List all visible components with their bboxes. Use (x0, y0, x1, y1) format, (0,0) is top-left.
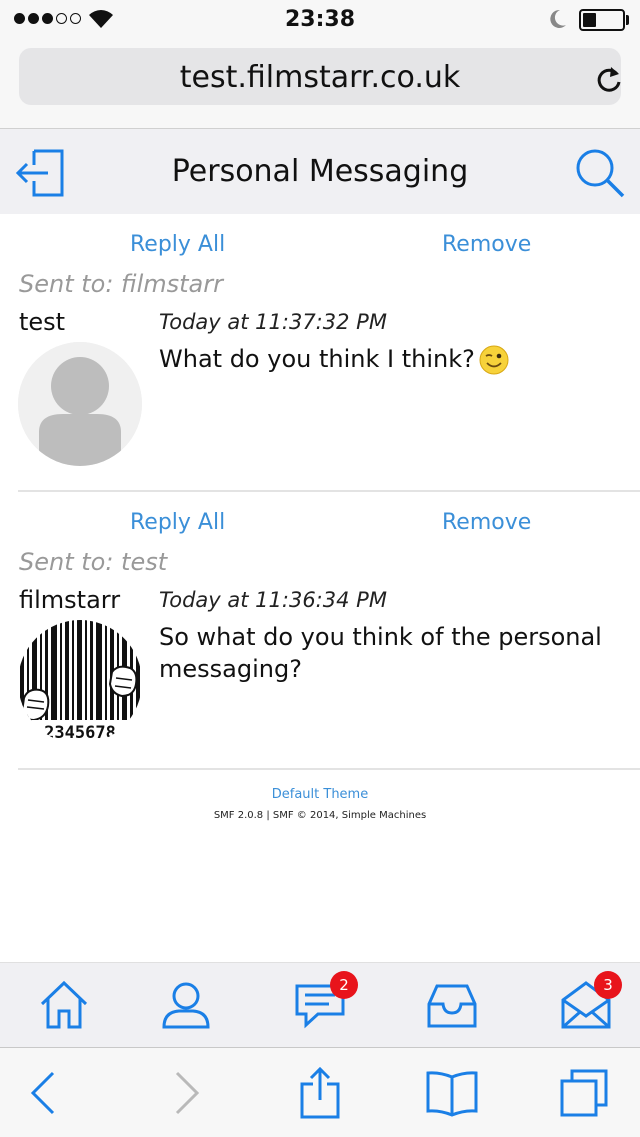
battery-level (583, 13, 596, 27)
remove-link[interactable]: Remove (442, 232, 531, 257)
copyright-text: SMF 2.0.8 | SMF © 2014, Simple Machines (213, 810, 427, 821)
sent-to-label: Sent to: filmstarr (19, 270, 223, 298)
browser-toolbar (0, 1047, 640, 1137)
share-button[interactable] (256, 1048, 384, 1137)
reply-all-link[interactable]: Reply All (130, 232, 225, 257)
message-author[interactable]: test (19, 308, 65, 336)
messages-badge: 2 (330, 971, 358, 999)
back-icon (30, 1071, 55, 1114)
tabs-icon (560, 1069, 608, 1116)
barcode-digits: 2345678 (44, 723, 116, 743)
bookmarks-icon (426, 1070, 478, 1117)
status-time: 23:38 (284, 7, 356, 32)
remove-link[interactable]: Remove (442, 510, 531, 535)
mail-button[interactable]: 3 (522, 963, 640, 1047)
message-author[interactable]: filmstarr (19, 586, 120, 614)
tabs-button[interactable] (520, 1048, 640, 1137)
share-icon (300, 1066, 340, 1118)
wink-emoji-icon (479, 345, 509, 375)
message-actions: Reply All Remove (0, 232, 640, 262)
app-nav-bar: 2 3 (0, 962, 640, 1047)
default-avatar-icon[interactable] (18, 342, 142, 466)
messages-button[interactable]: 2 (256, 963, 384, 1047)
message-date: Today at 11:37:32 PM (159, 310, 387, 334)
inbox-button[interactable] (388, 963, 516, 1047)
page-title: Personal Messaging (171, 154, 469, 189)
bookmarks-button[interactable] (388, 1048, 516, 1137)
message-item: Reply All Remove Sent to: test filmstarr… (0, 492, 640, 770)
sent-to-label: Sent to: test (19, 548, 168, 576)
person-silhouette-icon (18, 342, 142, 466)
back-button[interactable] (0, 1048, 108, 1137)
search-icon[interactable] (574, 147, 626, 199)
forward-button[interactable] (122, 1048, 250, 1137)
message-divider (18, 768, 640, 770)
message-actions: Reply All Remove (0, 510, 640, 540)
page-header: Personal Messaging (0, 129, 640, 214)
battery-icon (579, 9, 625, 31)
battery-tip (626, 15, 629, 25)
message-body-text: What do you think I think? (159, 345, 475, 373)
reply-all-link[interactable]: Reply All (130, 510, 225, 535)
barcode-avatar-image[interactable]: 2345678 (18, 620, 142, 744)
barcode-prisoner-image: 2345678 (18, 620, 142, 744)
url-text[interactable]: test.filmstarr.co.uk (19, 60, 621, 95)
message-date: Today at 11:36:34 PM (159, 588, 387, 612)
reload-icon[interactable] (595, 64, 623, 94)
home-button[interactable] (0, 963, 128, 1047)
do-not-disturb-icon (550, 9, 566, 28)
mail-badge: 3 (594, 971, 622, 999)
message-item: Reply All Remove Sent to: filmstarr test… (0, 214, 640, 492)
forward-icon (175, 1071, 200, 1114)
home-icon (40, 980, 88, 1029)
inbox-icon (427, 984, 477, 1028)
profile-icon (162, 982, 210, 1029)
message-body: What do you think I think? (159, 343, 619, 375)
theme-link[interactable]: Default Theme (0, 787, 640, 802)
status-bar: 23:38 (0, 0, 640, 40)
browser-address-area: test.filmstarr.co.uk (0, 40, 640, 129)
message-body: So what do you think of the personal mes… (159, 623, 602, 683)
address-bar[interactable]: test.filmstarr.co.uk (19, 48, 621, 105)
profile-button[interactable] (122, 963, 250, 1047)
